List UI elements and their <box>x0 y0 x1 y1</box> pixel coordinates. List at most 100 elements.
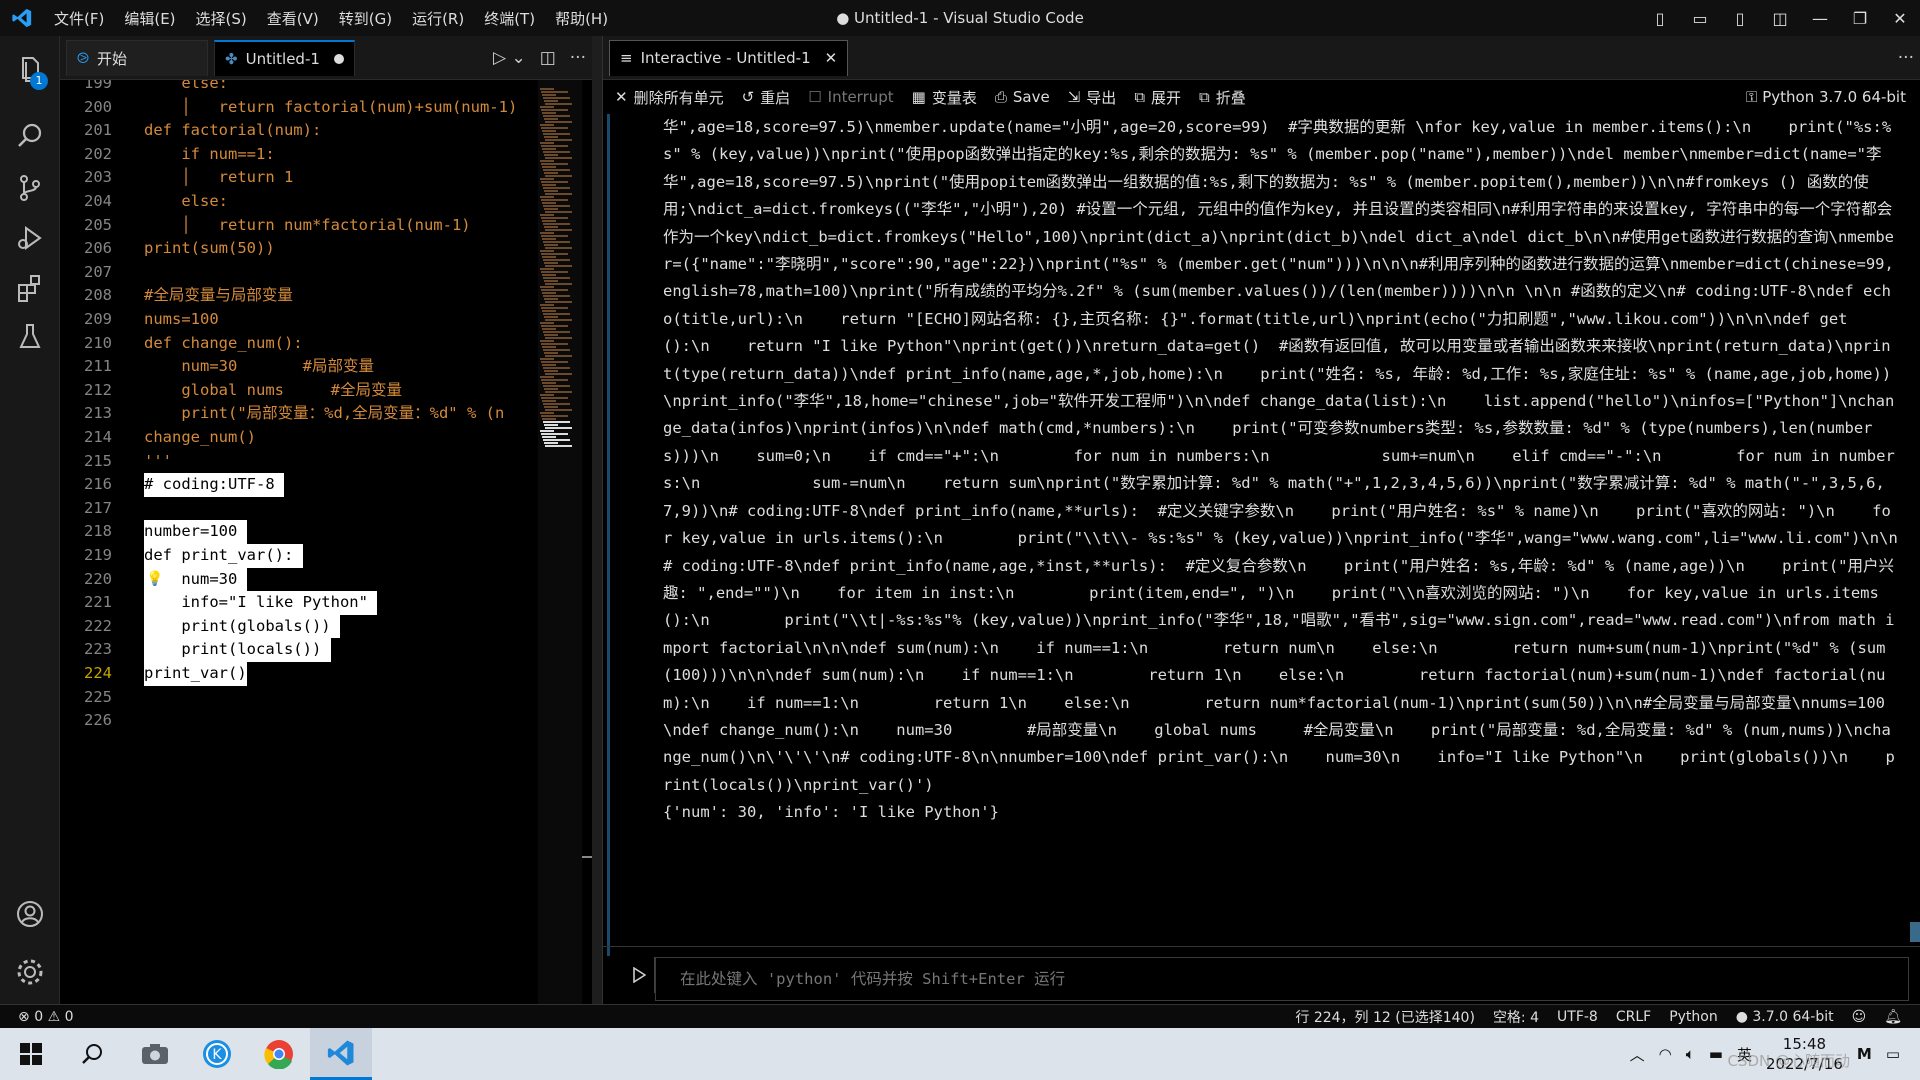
minimap-line <box>544 244 558 246</box>
wifi-icon[interactable]: ◠ <box>1659 1045 1672 1063</box>
minimap-line <box>542 166 556 168</box>
vscode-logo-icon[interactable] <box>0 0 44 36</box>
chevron-up-icon[interactable]: ︿ <box>1630 1044 1645 1065</box>
minimap-line <box>540 160 554 162</box>
warning-icon: ⚠ <box>47 1008 65 1025</box>
vscode-taskbar-icon[interactable] <box>310 1028 372 1080</box>
code-line: 202 if num==1: <box>60 143 530 167</box>
menu-item[interactable]: 转到(G) <box>329 8 402 29</box>
problems-indicator[interactable]: ⊗ 0 ⚠ 0 <box>18 1009 74 1025</box>
line-number: 206 <box>84 239 112 258</box>
search-icon[interactable] <box>0 106 60 166</box>
line-number: 220 <box>84 569 112 588</box>
interpreter[interactable]: ● 3.7.0 64-bit <box>1736 1009 1834 1025</box>
export-button[interactable]: ⇲ 导出 <box>1068 87 1117 108</box>
menu-item[interactable]: 文件(F) <box>44 8 114 29</box>
toggle-secondary-sidebar-icon[interactable]: ▯ <box>1720 9 1760 28</box>
minimap-line <box>543 439 570 441</box>
tab-untitled-1[interactable]: ✤ Untitled-1 <box>214 39 355 76</box>
chrome-icon[interactable] <box>248 1028 310 1080</box>
minimap-line <box>544 100 558 102</box>
windows-start-icon[interactable] <box>0 1028 62 1080</box>
minimap-line <box>544 262 558 264</box>
minimap-line <box>545 229 572 231</box>
minimap-line <box>540 106 554 108</box>
minimap-line <box>541 343 568 345</box>
editor-scrollbar[interactable] <box>582 856 592 858</box>
code-text: print(globals()) <box>144 614 340 639</box>
menu-item[interactable]: 运行(R) <box>402 8 474 29</box>
minimap-line <box>544 352 558 354</box>
lightbulb-icon[interactable]: 💡 <box>146 568 163 591</box>
collapse-all-button[interactable]: ⧉ 折叠 <box>1199 87 1246 108</box>
tab-label: 开始 <box>97 49 128 68</box>
menu-item[interactable]: 编辑(E) <box>114 8 185 29</box>
battery-icon[interactable]: ▬ <box>1709 1045 1723 1063</box>
kugou-app-icon[interactable]: K <box>186 1028 248 1080</box>
menu-bar: 文件(F) 编辑(E) 选择(S) 查看(V) 转到(G) 运行(R) 终端(T) 帮助(H) <box>44 8 618 29</box>
kernel-picker[interactable]: ⚿ Python 3.7.0 64-bit <box>1746 80 1906 114</box>
accounts-icon[interactable] <box>0 884 60 944</box>
export-icon: ⇲ <box>1067 88 1081 106</box>
run-file-icon[interactable]: ▷ ⌄ <box>493 48 526 68</box>
clear-all-button[interactable]: ✕ 删除所有单元 <box>615 87 724 108</box>
notifications-bell-icon[interactable]: 🔔︎ <box>1884 1009 1902 1025</box>
interactive-window: ≡ Interactive - Untitled-1 ✕ ··· ✕ 删除所有单元… <box>602 36 1920 1004</box>
run-cell-icon[interactable] <box>623 957 655 993</box>
language-mode[interactable]: Python <box>1669 1009 1718 1025</box>
indentation[interactable]: 空格: 4 <box>1493 1007 1539 1027</box>
unsaved-dot-icon[interactable] <box>333 53 344 64</box>
code-line: 206 print(sum(50)) <box>60 237 530 261</box>
minimap[interactable] <box>538 80 582 1004</box>
expand-icon: ⧉ <box>1134 88 1146 106</box>
tab-interactive[interactable]: ≡ Interactive - Untitled-1 ✕ <box>609 39 849 76</box>
maximize-button[interactable]: ❐ <box>1840 9 1880 28</box>
volume-icon[interactable]: 🔈︎ <box>1686 1045 1695 1063</box>
menu-item[interactable]: 查看(V) <box>257 8 329 29</box>
expand-all-button[interactable]: ⧉ 展开 <box>1134 87 1181 108</box>
line-number: 201 <box>84 121 112 140</box>
close-tab-icon[interactable]: ✕ <box>825 49 838 67</box>
menu-item[interactable]: 选择(S) <box>186 8 257 29</box>
code-editor[interactable]: 199 else: 200 │ return factorial(num)+sum… <box>60 80 530 1004</box>
notification-center-icon[interactable]: ▭ <box>1886 1045 1900 1063</box>
menu-item[interactable]: 终端(T) <box>474 8 545 29</box>
cursor-position[interactable]: 行 224，列 12 (已选择140) <box>1295 1007 1475 1027</box>
explorer-icon[interactable]: 1 <box>0 40 60 100</box>
code-text: print(locals()) <box>144 638 331 662</box>
minimap-line <box>541 361 568 363</box>
output-scrollbar[interactable] <box>1910 922 1920 942</box>
meet-now-icon[interactable]: M <box>1857 1045 1872 1063</box>
minimap-line <box>541 181 568 183</box>
code-input[interactable]: 在此处键入 'python' 代码并按 Shift+Enter 运行 <box>655 957 1909 1001</box>
save-button[interactable]: ⎙ Save <box>995 88 1050 106</box>
close-window-button[interactable]: ✕ <box>1880 9 1920 28</box>
restart-button[interactable]: ↺ 重启 <box>742 87 791 108</box>
minimap-line <box>542 94 556 96</box>
code-line: 216 # coding:UTF-8 <box>60 473 530 497</box>
interrupt-button[interactable]: ☐ Interrupt <box>808 88 893 106</box>
feedback-icon[interactable]: ☺ <box>1852 1009 1867 1025</box>
tab-welcome[interactable]: ⧁ 开始 <box>66 39 209 76</box>
more-actions-icon[interactable]: ··· <box>1898 48 1914 68</box>
camera-app-icon[interactable] <box>124 1028 186 1080</box>
split-editor-icon[interactable]: ◫ <box>540 48 556 68</box>
encoding[interactable]: UTF-8 <box>1557 1009 1598 1025</box>
settings-gear-icon[interactable] <box>0 942 60 1002</box>
minimap-line <box>543 403 570 405</box>
more-actions-icon[interactable]: ··· <box>570 48 586 68</box>
variables-button[interactable]: ▦ 变量表 <box>912 87 977 108</box>
minimap-line <box>543 187 570 189</box>
minimap-line <box>540 88 554 90</box>
menu-item[interactable]: 帮助(H) <box>545 8 618 29</box>
toggle-panel-icon[interactable]: ▭ <box>1680 9 1720 28</box>
minimize-button[interactable]: — <box>1800 9 1840 28</box>
code-text: ''' <box>144 451 172 470</box>
toggle-sidebar-icon[interactable]: ▯ <box>1640 9 1680 28</box>
testing-icon[interactable] <box>0 306 60 366</box>
minimap-line <box>542 220 556 222</box>
customize-layout-icon[interactable]: ◫ <box>1760 9 1800 28</box>
eol[interactable]: CRLF <box>1616 1009 1651 1025</box>
minimap-line <box>544 442 558 444</box>
search-icon[interactable] <box>62 1028 124 1080</box>
